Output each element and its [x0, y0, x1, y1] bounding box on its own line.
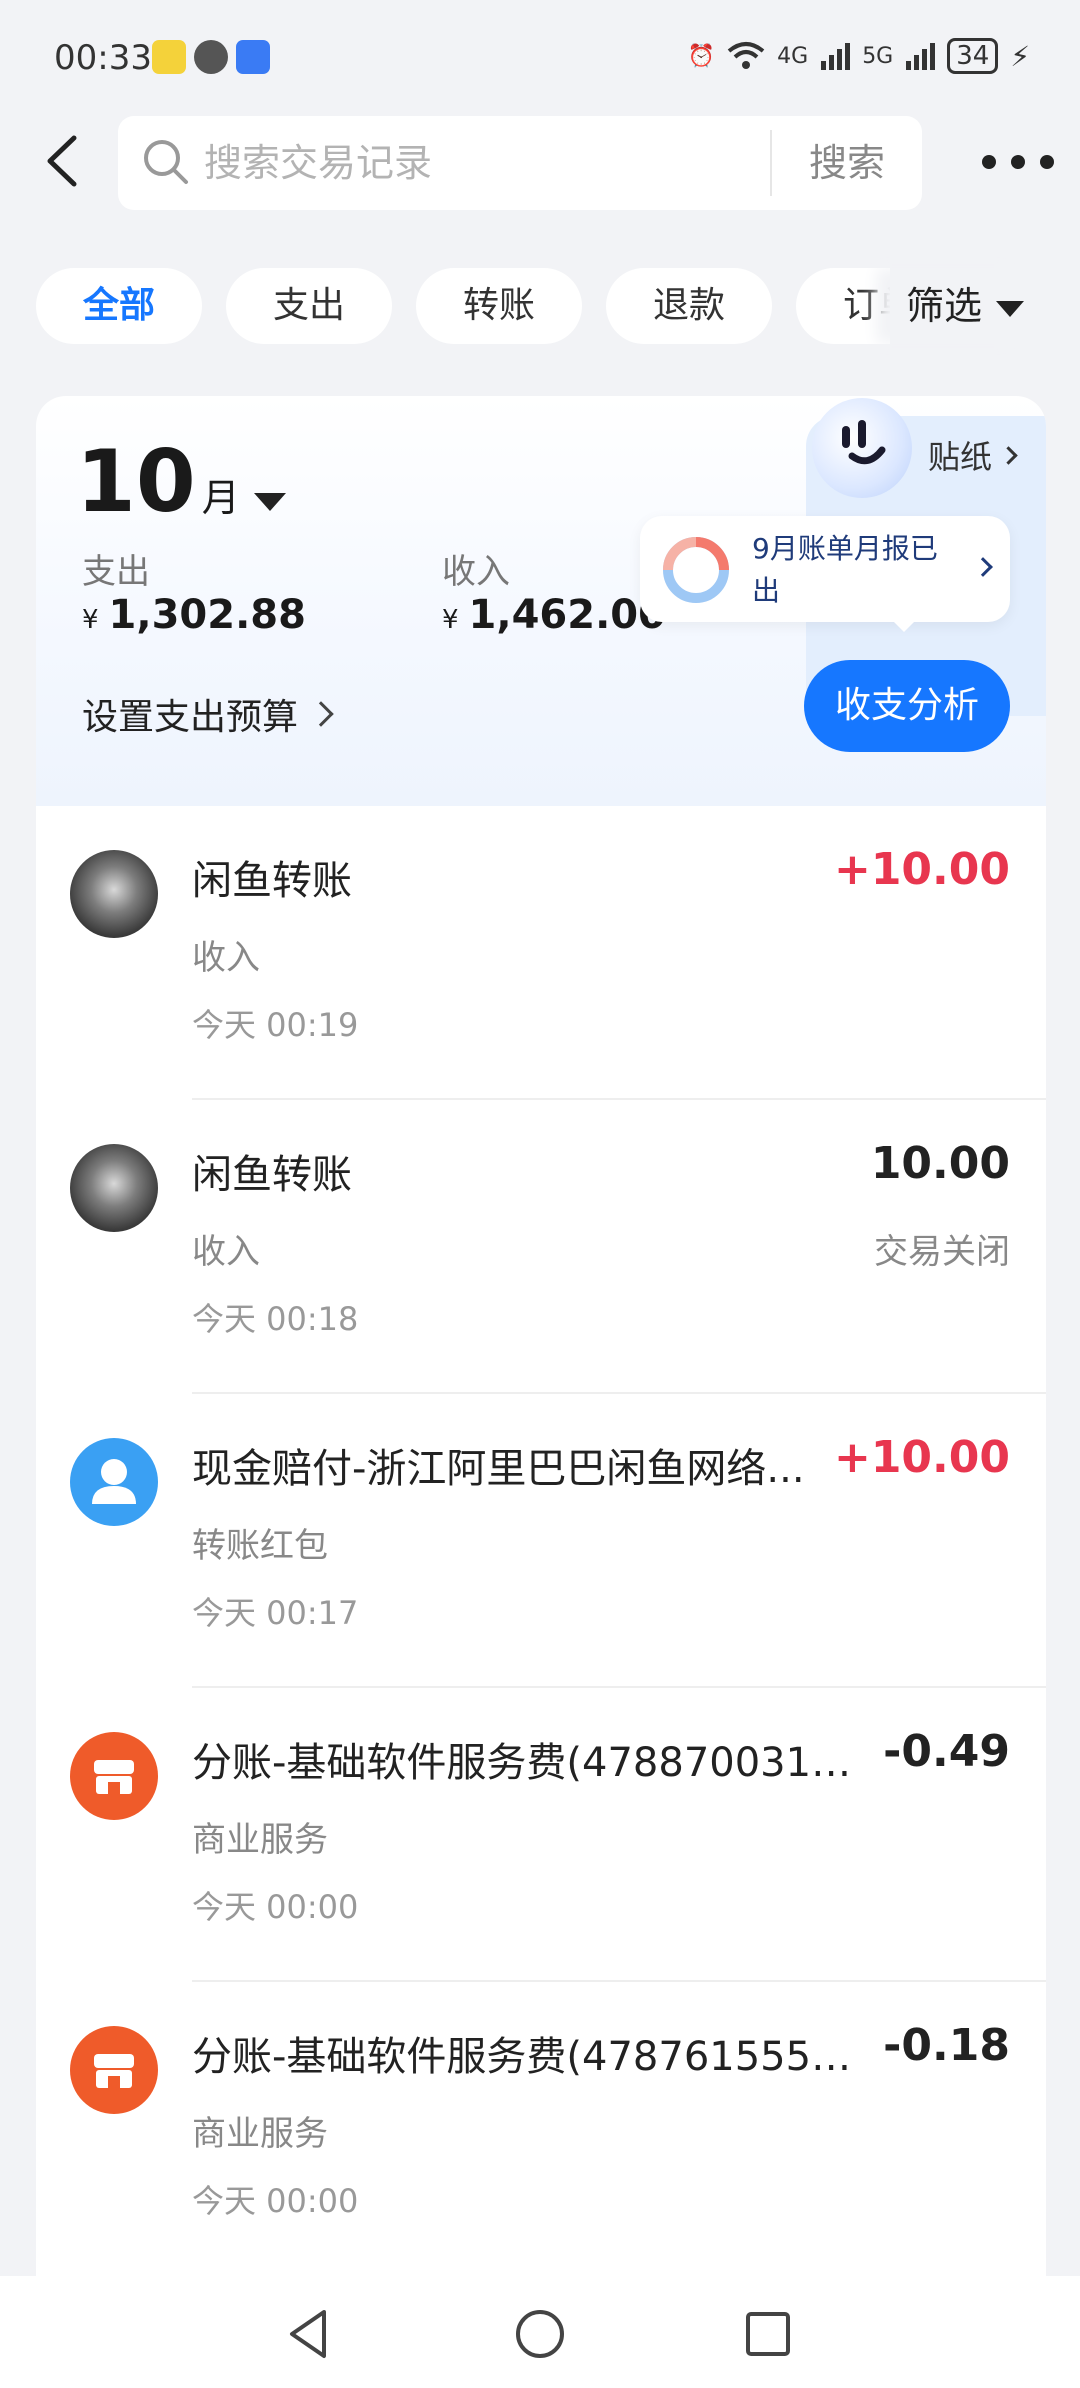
transaction-time: 今天 00:19	[192, 1006, 359, 1044]
transaction-title: 闲鱼转账	[192, 1152, 352, 1198]
status-indicators: ⏰ 4G 5G 34 ⚡	[688, 38, 1030, 74]
back-arrow-icon	[47, 135, 77, 187]
transaction-amount: +10.00	[833, 844, 1010, 895]
person-icon	[70, 1438, 158, 1526]
month-number: 10	[76, 432, 196, 532]
charging-icon: ⚡	[1010, 39, 1030, 73]
donut-chart-icon	[663, 537, 729, 603]
filter-label: 筛选	[906, 284, 983, 328]
budget-label: 设置支出预算	[82, 697, 299, 738]
app-notification-icon	[236, 40, 270, 74]
income-expense-analysis-button[interactable]: 收支分析	[804, 660, 1010, 752]
chip-transfer[interactable]: 转账	[416, 268, 582, 344]
monthly-report-bubble[interactable]: 9月账单月报已出	[640, 516, 1010, 622]
transaction-amount: -0.18	[883, 2020, 1010, 2071]
nav-recents-icon[interactable]	[738, 2304, 798, 2364]
search-button[interactable]: 搜索	[772, 116, 922, 210]
battery-indicator: 34	[947, 38, 999, 74]
transaction-amount: 10.00	[870, 1138, 1010, 1189]
app-notification-icon	[152, 40, 186, 74]
dot-icon	[1040, 155, 1054, 169]
transaction-row[interactable]: 闲鱼转账 收入 今天 00:19 +10.00	[36, 806, 1046, 1100]
transaction-row[interactable]: 分账-基础软件服务费(478761555723... 商业服务 今天 00:00…	[36, 1982, 1046, 2276]
transaction-row[interactable]: 现金赔付-浙江阿里巴巴闲鱼网络... 转账红包 今天 00:17 +10.00	[36, 1394, 1046, 1688]
transaction-row[interactable]: 闲鱼转账 收入 今天 00:18 10.00 交易关闭	[36, 1100, 1046, 1394]
chevron-right-icon	[973, 557, 993, 577]
transaction-category: 收入	[192, 938, 260, 978]
expense-label: 支出	[82, 552, 150, 592]
nav-home-icon[interactable]	[510, 2304, 570, 2364]
back-button[interactable]	[30, 126, 100, 196]
chip-refund[interactable]: 退款	[606, 268, 772, 344]
notification-icons	[152, 40, 270, 74]
sticker-link[interactable]: 贴纸	[928, 432, 1018, 478]
transaction-category: 转账红包	[192, 1526, 328, 1566]
status-time: 00:33	[54, 38, 152, 78]
network-label-1: 4G	[777, 43, 809, 69]
transaction-title: 分账-基础软件服务费(478870031107...	[192, 1740, 852, 1786]
more-options-button[interactable]	[982, 134, 1054, 190]
dot-icon	[1011, 155, 1025, 169]
chip-order[interactable]: 订单	[796, 268, 896, 344]
transaction-time: 今天 00:17	[192, 1594, 359, 1632]
user-photo-avatar	[70, 1144, 158, 1232]
month-unit: 月	[201, 476, 240, 520]
signal-icon	[906, 43, 936, 70]
transaction-title: 现金赔付-浙江阿里巴巴闲鱼网络...	[192, 1446, 805, 1492]
transaction-list: 闲鱼转账 收入 今天 00:19 +10.00 闲鱼转账 收入 今天 00:18…	[36, 806, 1046, 2276]
dropdown-triangle-icon	[996, 300, 1025, 317]
shop-icon	[70, 1732, 158, 1820]
transaction-row[interactable]: 分账-基础软件服务费(478870031107... 商业服务 今天 00:00…	[36, 1688, 1046, 1982]
bubble-tail	[892, 620, 916, 632]
alarm-icon: ⏰	[687, 43, 716, 69]
transaction-time: 今天 00:00	[192, 1888, 359, 1926]
top-bar: 搜索	[0, 112, 1080, 212]
chevron-right-icon	[999, 445, 1018, 465]
message-icon	[194, 40, 228, 74]
month-selector[interactable]: 10 月	[76, 432, 286, 532]
dot-icon	[982, 155, 996, 169]
signal-icon	[821, 43, 851, 70]
transaction-title: 分账-基础软件服务费(478761555723...	[192, 2034, 852, 2080]
transaction-category: 商业服务	[192, 1820, 328, 1860]
transaction-title: 闲鱼转账	[192, 858, 352, 904]
expense-value: 1,302.88	[108, 592, 306, 638]
currency-symbol: ¥	[442, 605, 459, 635]
status-bar: 00:33 ⏰ 4G 5G 34 ⚡	[0, 0, 1080, 118]
filter-button[interactable]: 筛选	[890, 268, 1025, 344]
chevron-right-icon	[308, 701, 334, 727]
network-label-2: 5G	[862, 43, 894, 69]
wifi-icon	[727, 42, 765, 69]
chip-all[interactable]: 全部	[36, 268, 202, 344]
dropdown-triangle-icon	[253, 493, 286, 511]
income-value: 1,462.00	[468, 592, 666, 638]
transaction-time: 今天 00:00	[192, 2182, 359, 2220]
transaction-status: 交易关闭	[874, 1232, 1010, 1272]
currency-symbol: ¥	[82, 605, 99, 635]
transaction-category: 商业服务	[192, 2114, 328, 2154]
search-bar: 搜索	[118, 116, 922, 210]
transaction-category: 收入	[192, 1232, 260, 1272]
user-photo-avatar	[70, 850, 158, 938]
shop-icon	[70, 2026, 158, 2114]
transaction-amount: +10.00	[833, 1432, 1010, 1483]
mascot-avatar-icon[interactable]	[812, 398, 912, 498]
set-budget-link[interactable]: 设置支出预算	[82, 688, 334, 740]
income-total: ¥1,462.00	[442, 592, 666, 638]
chip-expense[interactable]: 支出	[226, 268, 392, 344]
expense-total: ¥1,302.88	[82, 592, 306, 638]
filter-chips: 全部支出转账退款订单	[36, 268, 896, 348]
income-label: 收入	[442, 552, 510, 592]
transaction-time: 今天 00:18	[192, 1300, 359, 1338]
system-navigation-bar	[0, 2276, 1080, 2388]
nav-back-icon[interactable]	[280, 2304, 340, 2364]
sticker-label: 贴纸	[928, 438, 993, 476]
smile-face-icon	[842, 420, 886, 465]
search-icon	[144, 140, 188, 184]
transaction-amount: -0.49	[883, 1726, 1010, 1777]
report-text: 9月账单月报已出	[752, 532, 938, 607]
